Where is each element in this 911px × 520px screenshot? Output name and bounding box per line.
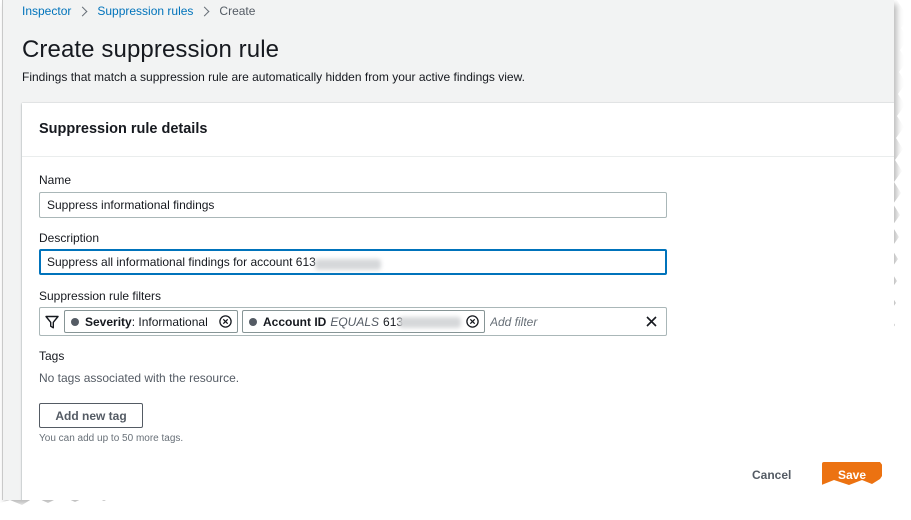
redacted-account-id bbox=[315, 259, 381, 270]
panel-title: Suppression rule details bbox=[39, 121, 208, 137]
breadcrumb-current: Create bbox=[219, 4, 256, 18]
clear-filters-icon[interactable] bbox=[646, 316, 657, 327]
breadcrumb-inspector-link[interactable]: Inspector bbox=[22, 4, 71, 18]
chevron-right-icon bbox=[77, 6, 88, 16]
name-label: Name bbox=[39, 173, 72, 187]
add-filter-input[interactable] bbox=[490, 308, 630, 335]
filter-token-severity: Severity : Informational bbox=[64, 310, 238, 333]
no-tags-text: No tags associated with the resource. bbox=[39, 371, 240, 385]
name-input[interactable] bbox=[39, 192, 667, 218]
tags-label: Tags bbox=[39, 349, 65, 363]
page-title: Create suppression rule bbox=[22, 36, 280, 63]
breadcrumb-suppression-rules-link[interactable]: Suppression rules bbox=[97, 4, 193, 18]
filter-token-value: Informational bbox=[138, 314, 208, 329]
filter-token-key: Severity bbox=[85, 314, 132, 329]
filters-label: Suppression rule filters bbox=[39, 289, 162, 303]
status-dot-icon bbox=[249, 317, 257, 326]
cancel-button[interactable]: Cancel bbox=[744, 462, 799, 488]
filter-token-operator: EQUALS bbox=[330, 314, 380, 329]
add-new-tag-button[interactable]: Add new tag bbox=[39, 403, 143, 428]
filter-token-account-id: Account ID EQUALS 613 bbox=[242, 310, 485, 333]
filter-bar[interactable]: Severity : Informational Account ID EQUA… bbox=[39, 307, 667, 336]
description-label: Description bbox=[39, 231, 100, 245]
save-button[interactable]: Save bbox=[822, 462, 882, 488]
inspector-page: Inspector Suppression rules Create Creat… bbox=[2, 0, 894, 500]
breadcrumb: Inspector Suppression rules Create bbox=[22, 4, 255, 18]
remove-token-icon[interactable] bbox=[219, 315, 232, 328]
tags-hint: You can add up to 50 more tags. bbox=[39, 433, 184, 444]
funnel-icon bbox=[45, 315, 59, 329]
redacted-account-id bbox=[399, 317, 461, 328]
page-description: Findings that match a suppression rule a… bbox=[22, 70, 525, 84]
panel-header: Suppression rule details bbox=[22, 103, 894, 157]
filter-token-separator: : bbox=[131, 314, 139, 329]
status-dot-icon bbox=[71, 317, 79, 326]
suppression-rule-details-panel: Suppression rule details Name Descriptio… bbox=[22, 103, 894, 500]
chevron-right-icon bbox=[199, 6, 210, 16]
filter-token-key: Account ID bbox=[263, 314, 327, 329]
remove-token-icon[interactable] bbox=[466, 315, 479, 328]
